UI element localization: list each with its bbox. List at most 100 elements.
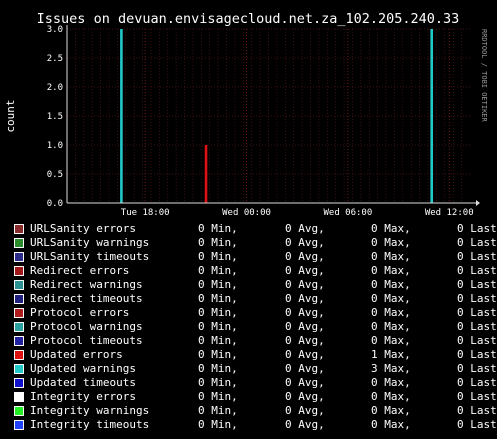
legend-swatch <box>14 378 24 388</box>
legend-stat: 0 Min, <box>198 236 238 249</box>
legend-stat: 0 Avg, <box>285 376 325 389</box>
legend-stat: 0 Max, <box>371 292 411 305</box>
legend-swatch <box>14 294 24 304</box>
legend-series-name: URLSanity errors <box>30 222 136 235</box>
legend-stat: 0 Last <box>457 222 497 235</box>
legend-series-name: Protocol errors <box>30 306 130 319</box>
legend-stat: 0 Last <box>457 390 497 403</box>
legend-series-name: Protocol timeouts <box>30 334 143 347</box>
legend-stat: 0 Max, <box>371 222 411 235</box>
chart-title: Issues on devuan.envisagecloud.net.za_10… <box>37 11 460 27</box>
y-tick-label: 1.0 <box>47 141 63 151</box>
legend-stat: 0 Min, <box>198 418 238 431</box>
legend-series-name: Redirect warnings <box>30 278 143 291</box>
grid <box>67 28 470 204</box>
legend-stat: 0 Max, <box>371 278 411 291</box>
legend-stat: 0 Max, <box>371 320 411 333</box>
legend-row: Integrity errors 0 Min, 0 Avg, 0 Max, 0 Last <box>0 390 497 404</box>
y-axis-label: count <box>4 99 17 132</box>
x-axis-arrow <box>476 200 480 206</box>
x-tick-label: Tue 18:00 <box>121 208 170 218</box>
legend-swatch <box>14 322 24 332</box>
legend-stat: 0 Last <box>457 278 497 291</box>
legend-stat: 0 Max, <box>371 250 411 263</box>
legend-stat: 0 Last <box>457 320 497 333</box>
legend-stat: 0 Last <box>457 348 497 361</box>
legend-stat: 0 Min, <box>198 348 238 361</box>
legend-stat: 0 Avg, <box>285 250 325 263</box>
legend-stat: 0 Min, <box>198 320 238 333</box>
y-tick-label: 2.5 <box>47 54 63 64</box>
legend-series-name: URLSanity warnings <box>30 236 150 249</box>
legend-stat: 0 Min, <box>198 292 238 305</box>
legend-stat: 0 Avg, <box>285 236 325 249</box>
legend-stat: 0 Max, <box>371 264 411 277</box>
legend-stat: 0 Avg, <box>285 362 325 375</box>
legend-stat: 0 Max, <box>371 418 411 431</box>
legend-series-name: Redirect errors <box>30 264 130 277</box>
legend-stat: 0 Last <box>457 376 497 389</box>
legend-stat: 0 Min, <box>198 278 238 291</box>
bar-mark <box>120 29 123 203</box>
legend-stat: 0 Min, <box>198 264 238 277</box>
legend-swatch <box>14 406 24 416</box>
axes: 0.0 0.5 1.0 1.5 2.0 2.5 3.0 Tue 18:00 Wed 00:00 W… <box>47 25 480 218</box>
y-tick-label: 3.0 <box>47 25 63 35</box>
legend-row: URLSanity timeouts 0 Min, 0 Avg, 0 Max, 0 La… <box>0 250 497 264</box>
legend-series-name: URLSanity timeouts <box>30 250 150 263</box>
legend-row: URLSanity errors 0 Min, 0 Avg, 0 Max, 0 Last <box>0 222 497 236</box>
legend-stat: 0 Avg, <box>285 306 325 319</box>
legend-row: Redirect warnings 0 Min, 0 Avg, 0 Max, 0 Las… <box>0 278 497 292</box>
legend-stat: 0 Max, <box>371 390 411 403</box>
legend-row: Updated errors 0 Min, 0 Avg, 1 Max, 0 Last <box>0 348 497 362</box>
legend-swatch <box>14 238 24 248</box>
legend-stat: 0 Min, <box>198 250 238 263</box>
legend-swatch <box>14 392 24 402</box>
x-tick-label: Wed 06:00 <box>324 208 373 218</box>
y-tick-label: 2.0 <box>47 83 63 93</box>
legend-stat: 0 Last <box>457 404 497 417</box>
legend-stat: 0 Last <box>457 306 497 319</box>
legend-stat: 0 Max, <box>371 236 411 249</box>
legend-swatch <box>14 224 24 234</box>
legend-stat: 0 Max, <box>371 334 411 347</box>
legend-stat: 1 Max, <box>371 348 411 361</box>
legend-stat: 0 Avg, <box>285 264 325 277</box>
legend-stat: 0 Avg, <box>285 334 325 347</box>
legend-row: Redirect timeouts 0 Min, 0 Avg, 0 Max, 0 Las… <box>0 292 497 306</box>
legend-stat: 0 Last <box>457 418 497 431</box>
legend-row: Updated warnings 0 Min, 0 Avg, 3 Max, 0 Last <box>0 362 497 376</box>
legend-stat: 0 Avg, <box>285 418 325 431</box>
legend-row: URLSanity warnings 0 Min, 0 Avg, 0 Max, 0 La… <box>0 236 497 250</box>
legend-stat: 0 Min, <box>198 376 238 389</box>
legend-stat: 0 Last <box>457 292 497 305</box>
legend-stat: 0 Max, <box>371 404 411 417</box>
legend-stat: 0 Min, <box>198 222 238 235</box>
legend-stat: 0 Avg, <box>285 390 325 403</box>
legend-stat: 0 Min, <box>198 362 238 375</box>
legend-stat: 0 Min, <box>198 306 238 319</box>
rrd-graph: Issues on devuan.envisagecloud.net.za_10… <box>0 0 497 439</box>
x-tick-label: Wed 12:00 <box>425 208 474 218</box>
legend-series-name: Updated errors <box>30 348 123 361</box>
legend-stat: 0 Last <box>457 334 497 347</box>
legend-stat: 0 Last <box>457 250 497 263</box>
legend-stat: 0 Last <box>457 362 497 375</box>
y-tick-label: 0.0 <box>47 199 63 209</box>
legend-stat: 0 Last <box>457 236 497 249</box>
legend-series-name: Redirect timeouts <box>30 292 143 305</box>
bar-mark <box>430 29 434 203</box>
legend-row: Protocol warnings 0 Min, 0 Avg, 0 Max, 0 Las… <box>0 320 497 334</box>
legend-series-name: Integrity errors <box>30 390 136 403</box>
legend-series-name: Protocol warnings <box>30 320 143 333</box>
x-tick-label: Wed 00:00 <box>222 208 271 218</box>
legend-series-name: Updated timeouts <box>30 376 136 389</box>
chart-canvas: Issues on devuan.envisagecloud.net.za_10… <box>4 11 488 218</box>
legend-swatch <box>14 308 24 318</box>
legend-series-name: Updated warnings <box>30 362 136 375</box>
legend-row: Protocol errors 0 Min, 0 Avg, 0 Max, 0 Last <box>0 306 497 320</box>
legend-stat: 0 Avg, <box>285 278 325 291</box>
legend-stat: 0 Min, <box>198 390 238 403</box>
legend-stat: 0 Max, <box>371 376 411 389</box>
legend-stat: 3 Max, <box>371 362 411 375</box>
